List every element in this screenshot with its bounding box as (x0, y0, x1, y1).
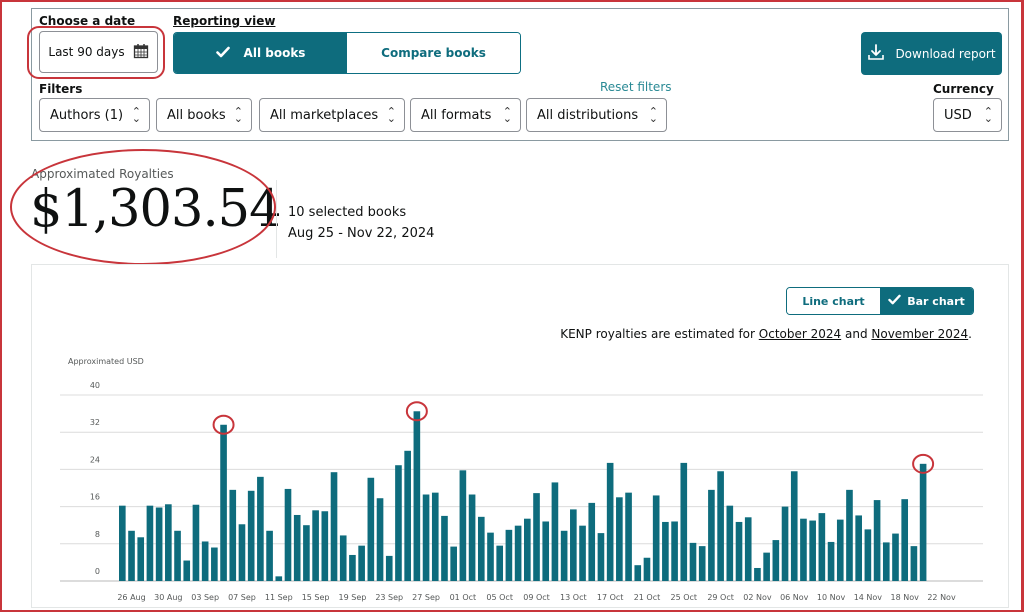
reset-filters-link[interactable]: Reset filters (600, 80, 672, 94)
chevron-up-down-icon: ⌃ ⌄ (502, 105, 512, 125)
chevron-up-down-icon: ⌃ ⌄ (386, 105, 396, 125)
line-chart-label: Line chart (802, 294, 865, 308)
books-filter[interactable]: All books ⌃ ⌄ (156, 98, 252, 132)
november-2024-link[interactable]: November 2024 (871, 327, 968, 341)
reporting-view-toggle: All books Compare books (173, 32, 521, 74)
october-2024-link[interactable]: October 2024 (759, 327, 841, 341)
currency-value: USD (944, 107, 972, 123)
chart-type-toggle: Line chart Bar chart (786, 287, 974, 315)
formats-filter[interactable]: All formats ⌃ ⌄ (410, 98, 521, 132)
compare-books-label: Compare books (381, 46, 486, 60)
formats-filter-value: All formats (421, 107, 492, 123)
all-books-label: All books (243, 46, 306, 60)
bar-chart-label: Bar chart (907, 294, 965, 308)
kenp-note-text: KENP royalties are estimated for (560, 327, 759, 341)
check-icon (888, 294, 901, 308)
authors-filter[interactable]: Authors (1) ⌃ ⌄ (39, 98, 150, 132)
line-chart-button[interactable]: Line chart (787, 288, 880, 314)
currency-select[interactable]: USD ⌃ ⌄ (933, 98, 1002, 132)
books-filter-value: All books (167, 107, 226, 123)
kenp-note-text: and (841, 327, 872, 341)
date-value: Last 90 days (48, 45, 125, 59)
summary-divider (276, 180, 277, 258)
chevron-up-down-icon: ⌃ ⌄ (131, 105, 141, 125)
chevron-up-down-icon: ⌃ ⌄ (648, 105, 658, 125)
authors-filter-value: Authors (1) (50, 107, 124, 123)
marketplaces-filter-value: All marketplaces (270, 107, 379, 123)
all-books-option[interactable]: All books (174, 33, 347, 73)
kenp-note: KENP royalties are estimated for October… (560, 327, 972, 341)
chevron-up-down-icon: ⌃ ⌄ (233, 105, 243, 125)
check-icon (215, 46, 230, 61)
compare-books-option[interactable]: Compare books (347, 33, 520, 73)
chart-card: Line chart Bar chart KENP royalties are … (31, 264, 1009, 608)
report-controls-panel: Choose a date Last 90 days Reporting vie… (31, 8, 1009, 141)
download-icon (867, 43, 885, 64)
royalties-amount: $1,303.54 (30, 180, 282, 239)
date-range: Aug 25 - Nov 22, 2024 (288, 226, 435, 241)
download-report-button[interactable]: Download report (861, 32, 1002, 75)
filters-label: Filters (39, 82, 83, 96)
kenp-note-text: . (968, 327, 972, 341)
currency-label: Currency (933, 82, 994, 96)
distributions-filter[interactable]: All distributions ⌃ ⌄ (526, 98, 667, 132)
bar-chart-button[interactable]: Bar chart (880, 288, 973, 314)
chevron-up-down-icon: ⌃ ⌄ (983, 105, 993, 125)
date-picker-button[interactable]: Last 90 days (39, 31, 158, 73)
distributions-filter-value: All distributions (537, 107, 639, 123)
reporting-view-label: Reporting view (173, 14, 276, 28)
selected-books-count: 10 selected books (288, 205, 407, 220)
marketplaces-filter[interactable]: All marketplaces ⌃ ⌄ (259, 98, 405, 132)
date-label: Choose a date (39, 14, 136, 28)
calendar-icon (133, 43, 149, 62)
download-report-label: Download report (895, 46, 996, 61)
royalties-label: Approximated Royalties (31, 167, 174, 181)
